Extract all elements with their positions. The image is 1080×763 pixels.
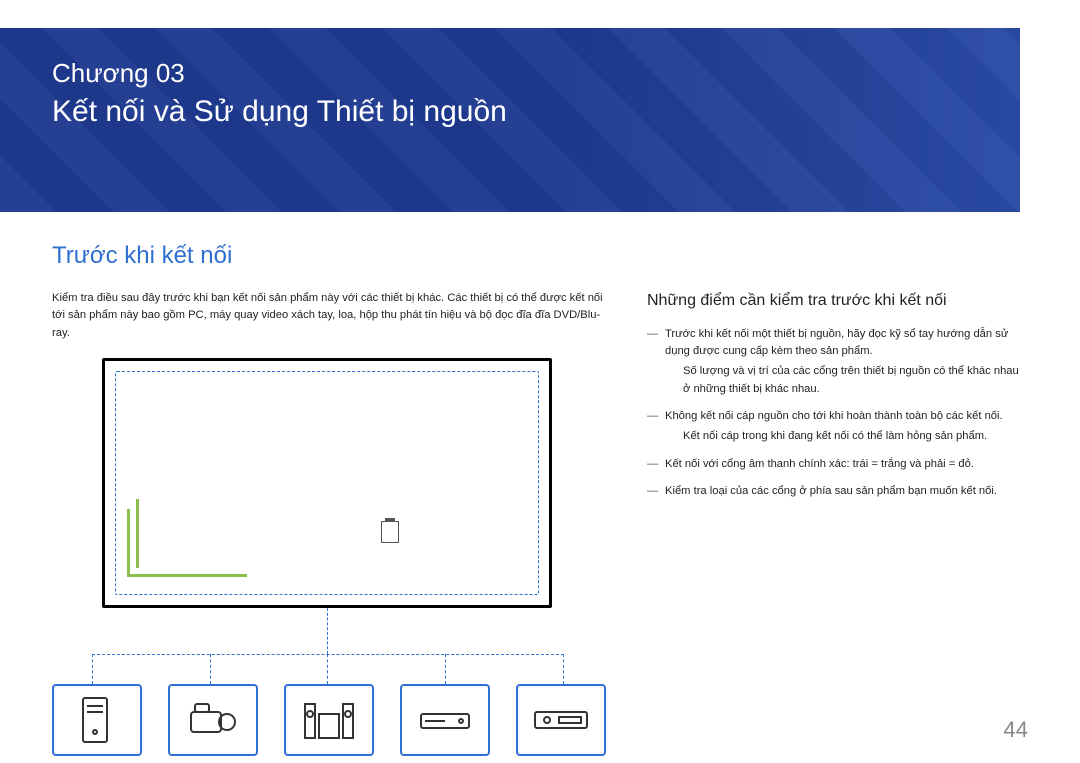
display-stand [127,509,247,577]
intro-paragraph: Kiểm tra điều sau đây trước khi bạn kết … [52,290,617,342]
page-content: Trước khi kết nối Kiểm tra điều sau đây … [52,242,1028,728]
list-item: Trước khi kết nối một thiết bị nguồn, hã… [647,326,1027,398]
device-pc-tower [52,684,142,756]
sub-heading: Những điểm cần kiểm tra trước khi kết nố… [647,290,1027,312]
connector-line [445,654,446,684]
display-outline [102,358,552,608]
list-item-text: Trước khi kết nối một thiết bị nguồn, hã… [665,328,1008,357]
device-set-top-box [400,684,490,756]
section-title: Trước khi kết nối [52,242,1028,270]
list-item: Không kết nối cáp nguồn cho tới khi hoàn… [647,408,1027,446]
connector-line [327,608,328,654]
device-camcorder [168,684,258,756]
list-item-text: Kiểm tra loại của các cổng ở phía sau sả… [665,485,997,497]
connector-line [92,654,564,655]
list-item-text: Kết nối với cổng âm thanh chính xác: trá… [665,458,974,470]
connector-line [563,654,564,684]
list-item: Kiểm tra loại của các cổng ở phía sau sả… [647,483,1027,500]
list-item-text: Không kết nối cáp nguồn cho tới khi hoàn… [665,410,1003,422]
chapter-label: Chương 03 [52,58,1020,89]
device-speaker-system [284,684,374,756]
list-item: Kết nối với cổng âm thanh chính xác: trá… [647,456,1027,473]
list-item-sub: Kết nối cáp trong khi đang kết nối có th… [665,428,1027,445]
connector-line [210,654,211,684]
list-item-sub: Số lượng và vị trí của các cổng trên thi… [665,363,1027,398]
page-number: 44 [1004,717,1028,743]
port-icon [381,521,399,543]
connection-diagram [52,358,617,728]
connector-line [327,654,328,684]
connector-line [92,654,93,684]
checklist: Trước khi kết nối một thiết bị nguồn, hã… [647,326,1027,501]
chapter-title: Kết nối và Sử dụng Thiết bị nguồn [52,95,1020,129]
device-disc-player [516,684,606,756]
chapter-header: Chương 03 Kết nối và Sử dụng Thiết bị ng… [0,28,1020,212]
